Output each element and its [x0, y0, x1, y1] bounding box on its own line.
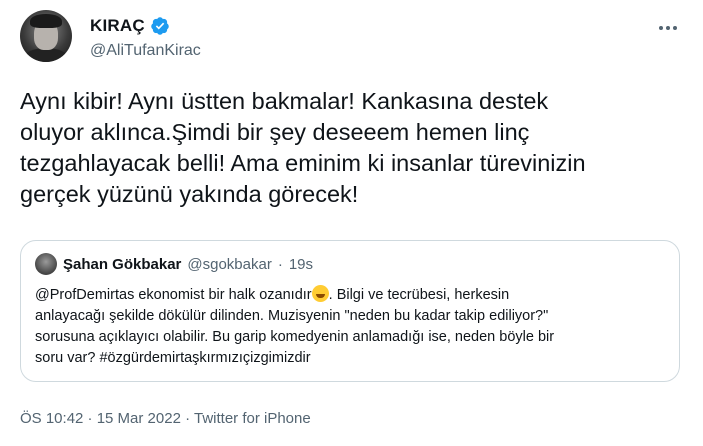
quoted-text-line: soru var? #özgürdemirtaşkırmızıçizgimizd…: [35, 350, 311, 366]
quoted-author-handle: @sgokbakar: [187, 255, 272, 273]
tweet-header: KIRAÇ @AliTufanKirac: [20, 10, 683, 74]
tweet-text-line: tezgahlayacak belli! Ama eminim ki insan…: [20, 150, 586, 176]
quoted-text-line: anlayacağı şekilde dökülür dilinden. Muz…: [35, 308, 549, 324]
quoted-tweet-header: Şahan Gökbakar @sgokbakar · 19s: [35, 253, 313, 275]
quoted-tweet[interactable]: Şahan Gökbakar @sgokbakar · 19s @ProfDem…: [20, 240, 680, 382]
verified-badge-icon: [151, 17, 169, 35]
quoted-text-segment: @ProfDemirtas ekonomist bir halk ozanıdı…: [35, 287, 312, 303]
quoted-text-segment: . Bilgi ve tecrübesi, herkesin: [328, 287, 510, 303]
tweet-text-line: Aynı kibir! Aynı üstten bakmalar! Kankas…: [20, 88, 549, 114]
author-handle[interactable]: @AliTufanKirac: [90, 42, 201, 60]
tweet-timestamp[interactable]: ÖS 10:42 · 15 Mar 2022 · Twitter for iPh…: [20, 410, 311, 427]
tweet-text-line: oluyor aklınca.Şimdi bir şey deseeem hem…: [20, 119, 530, 145]
quoted-tweet-time: 19s: [288, 255, 314, 273]
author-avatar[interactable]: [20, 10, 72, 62]
quoted-author-avatar: [35, 253, 57, 275]
quoted-tweet-text: @ProfDemirtas ekonomist bir halk ozanıdı…: [35, 285, 675, 369]
tweet-text-line: gerçek yüzünü yakında görecek!: [20, 181, 359, 207]
author-name-row: KIRAÇ: [90, 16, 170, 36]
tweet-text: Aynı kibir! Aynı üstten bakmalar! Kankas…: [20, 86, 690, 210]
more-options-icon[interactable]: [653, 18, 683, 38]
quoted-author-name: Şahan Gökbakar: [63, 255, 182, 273]
separator-dot: ·: [277, 255, 283, 273]
author-name[interactable]: KIRAÇ: [90, 16, 145, 36]
rofl-emoji-icon: [311, 285, 329, 302]
quoted-text-line: sorusuna açıklayıcı olabilir. Bu garip k…: [35, 329, 555, 345]
quoted-text-line: @ProfDemirtas ekonomist bir halk ozanıdı…: [35, 285, 675, 306]
